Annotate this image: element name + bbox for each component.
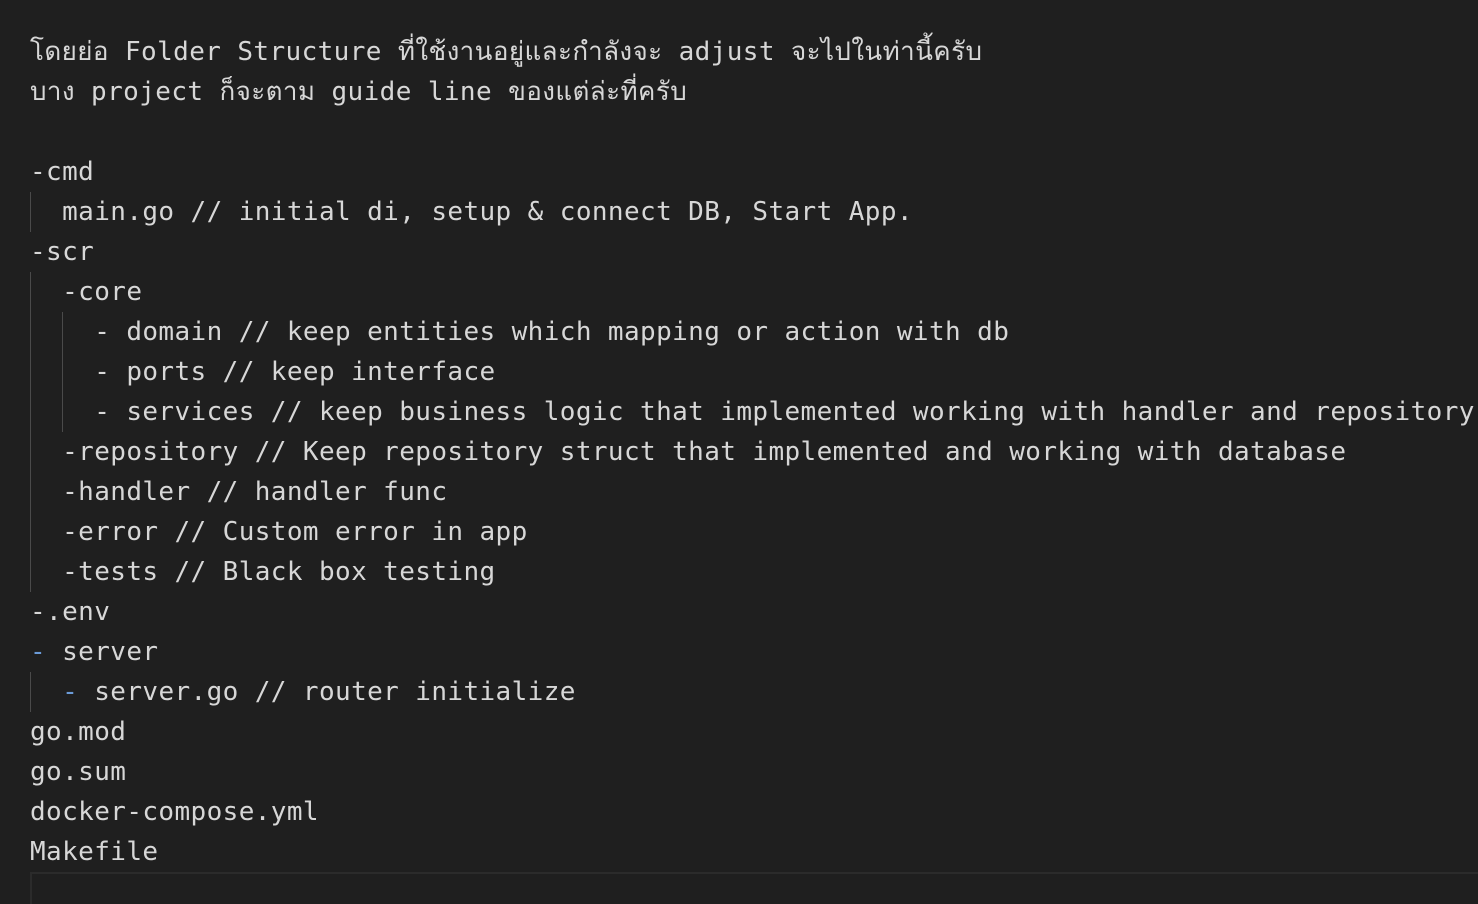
folder-scr: -scr (30, 237, 95, 267)
list-dash: - (30, 637, 47, 667)
folder-core: -core (30, 277, 143, 307)
file-go-mod: go.mod (30, 717, 127, 747)
folder-handler: -handler // handler func (30, 477, 448, 507)
folder-server-label: server (46, 637, 159, 667)
file-docker-compose: docker-compose.yml (30, 797, 319, 827)
file-go-sum: go.sum (30, 757, 127, 787)
file-server-go: - server.go // router initialize (30, 672, 576, 712)
folder-error: -error // Custom error in app (30, 517, 528, 547)
folder-domain: - domain // keep entities which mapping … (30, 317, 1010, 347)
description-line-1: โดยย่อ Folder Structure ที่ใช้งานอยู่และ… (30, 37, 983, 67)
folder-repository: -repository // Keep repository struct th… (30, 437, 1347, 467)
folder-cmd: -cmd (30, 157, 95, 187)
file-makefile: Makefile (30, 837, 159, 867)
list-dash: - (62, 677, 79, 707)
file-server-go-label: server.go // router initialize (78, 677, 576, 707)
description-line-2: บาง project ก็จะตาม guide line ของแต่ล่ะ… (30, 77, 688, 107)
file-main-go: main.go // initial di, setup & connect D… (30, 197, 913, 227)
folder-services: - services // keep business logic that i… (30, 397, 1475, 427)
file-env: -.env (30, 597, 111, 627)
text-editor[interactable]: โดยย่อ Folder Structure ที่ใช้งานอยู่และ… (0, 0, 1478, 904)
folder-tests: -tests // Black box testing (30, 557, 496, 587)
folder-ports: - ports // keep interface (30, 357, 496, 387)
bottom-panel-edge (30, 872, 1478, 904)
folder-server: - server (30, 632, 158, 672)
